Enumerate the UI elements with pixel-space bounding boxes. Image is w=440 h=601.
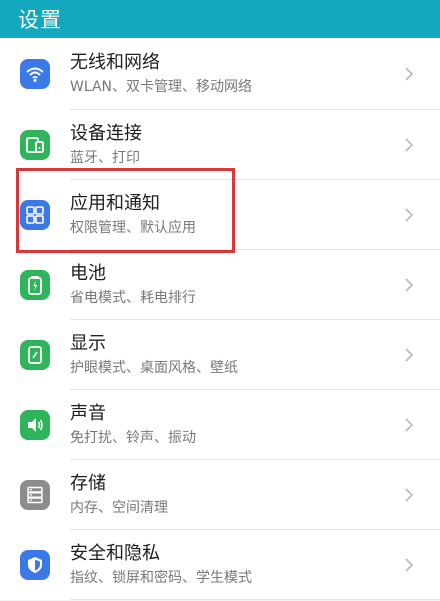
item-subtitle: 蓝牙、打印 [70,149,140,166]
item-title: 设备连接 [70,122,142,144]
settings-item-security-privacy[interactable]: 安全和隐私 指纹、锁屏和密码、学生模式 [0,530,440,599]
sound-icon [20,409,50,440]
item-subtitle: 免打扰、铃声、振动 [70,429,196,446]
item-subtitle: 权限管理、默认应用 [70,219,196,236]
settings-item-battery[interactable]: 电池 省电模式、耗电排行 [0,250,440,319]
page-title: 设置 [18,8,62,32]
item-subtitle: 省电模式、耗电排行 [70,289,196,306]
chevron-right-icon [405,347,414,362]
device-connection-icon [20,129,50,160]
settings-item-apps-notifications[interactable]: 应用和通知 权限管理、默认应用 [0,180,440,249]
display-icon [20,339,50,370]
apps-icon [20,199,50,230]
settings-item-storage[interactable]: 存储 内存、空间清理 [0,460,440,529]
item-title: 电池 [70,262,106,284]
chevron-right-icon [405,417,414,432]
item-subtitle: WLAN、双卡管理、移动网络 [70,78,253,95]
item-subtitle: 指纹、锁屏和密码、学生模式 [70,569,252,586]
settings-header: 设置 [0,0,440,38]
chevron-right-icon [405,277,414,292]
chevron-right-icon [405,137,414,152]
item-subtitle: 护眼模式、桌面风格、壁纸 [70,359,238,376]
battery-icon [20,269,50,300]
settings-item-wireless-network[interactable]: 无线和网络 WLAN、双卡管理、移动网络 [0,38,440,109]
item-title: 声音 [70,402,106,424]
security-shield-icon [20,549,50,580]
wifi-icon [20,58,50,89]
item-title: 无线和网络 [70,51,160,73]
chevron-right-icon [405,66,414,81]
item-title: 显示 [70,332,106,354]
settings-item-sound[interactable]: 声音 免打扰、铃声、振动 [0,390,440,459]
item-subtitle: 内存、空间清理 [70,499,168,516]
divider [70,599,440,600]
item-title: 应用和通知 [70,192,160,214]
chevron-right-icon [405,557,414,572]
chevron-right-icon [405,487,414,502]
chevron-right-icon [405,207,414,222]
storage-icon [20,479,50,510]
settings-list: 无线和网络 WLAN、双卡管理、移动网络 设备连接 蓝牙、打印 应用和通知 权限… [0,38,440,600]
item-title: 安全和隐私 [70,542,160,564]
settings-item-device-connection[interactable]: 设备连接 蓝牙、打印 [0,110,440,179]
item-title: 存储 [70,472,106,494]
settings-item-display[interactable]: 显示 护眼模式、桌面风格、壁纸 [0,320,440,389]
